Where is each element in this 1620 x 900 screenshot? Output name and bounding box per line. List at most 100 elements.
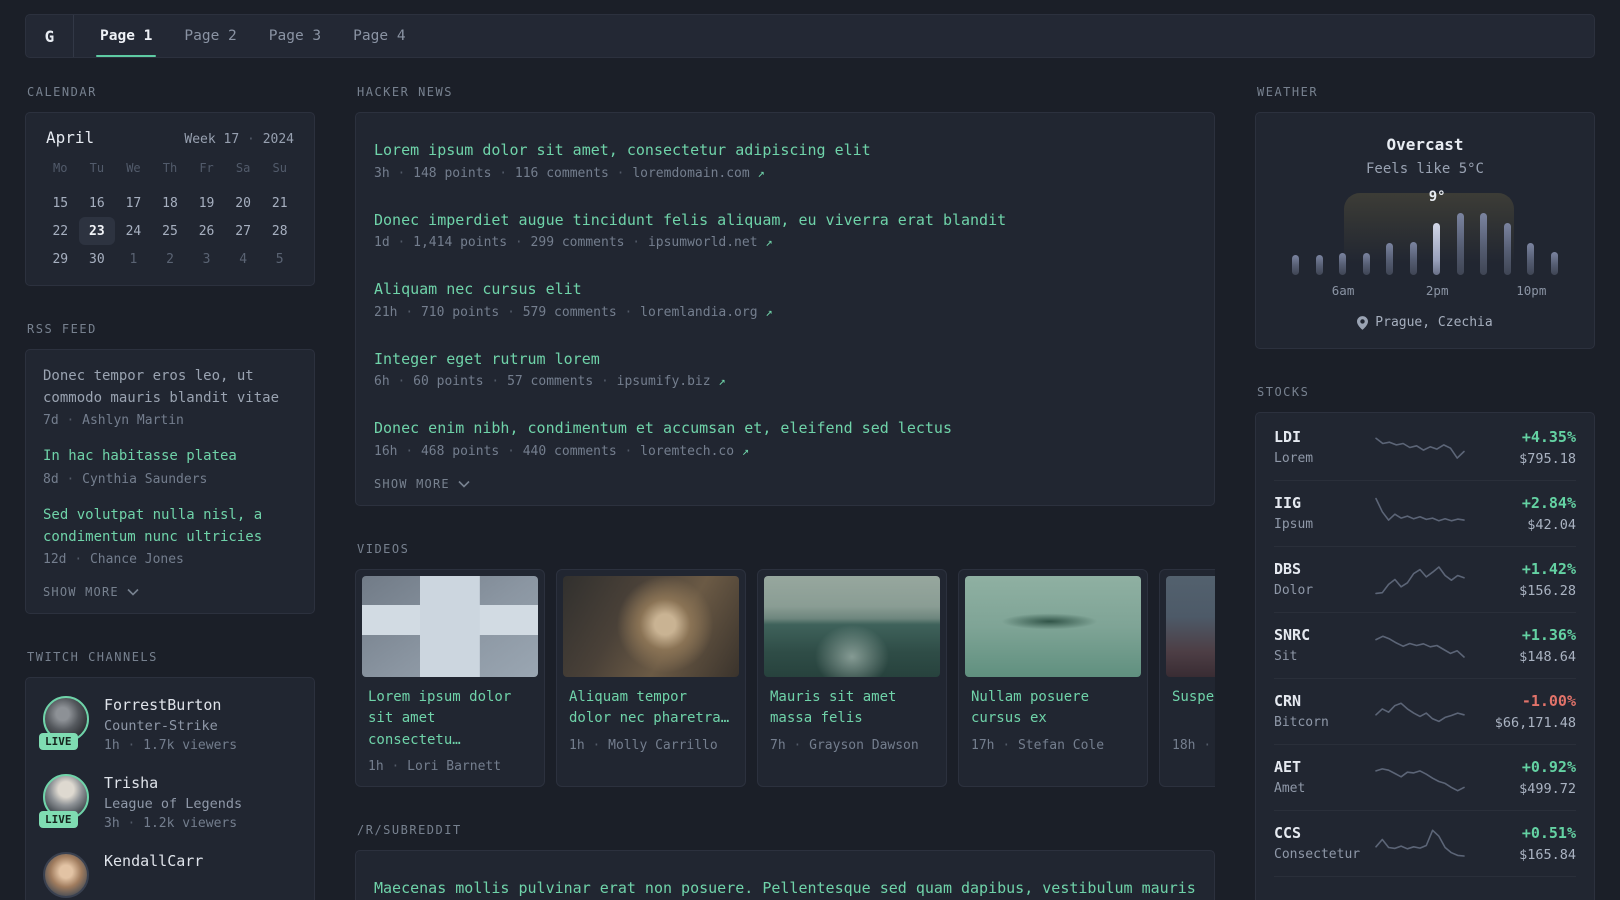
- separator-dot: ·: [793, 737, 802, 753]
- hacker-news-list: Lorem ipsum dolor sit amet, consectetur …: [374, 125, 1196, 473]
- tab-page-4[interactable]: Page 4: [349, 15, 409, 57]
- rss-item-title[interactable]: In hac habitasse platea: [43, 446, 297, 468]
- calendar-weekday: Th: [162, 161, 178, 175]
- hacker-news-item-title[interactable]: Donec enim nibh, condimentum et accumsan…: [374, 417, 1196, 440]
- calendar-day-grid: 15 16 17 18 19 20 21 22 23 24 25 26 27 28 29 30 1 2 3 4 5: [42, 189, 298, 273]
- weather-bar-slot: [1315, 211, 1323, 275]
- stock-name: Consectetur: [1274, 847, 1361, 862]
- twitch-channel-name[interactable]: KendallCarr: [104, 852, 203, 870]
- separator-dot: ·: [499, 165, 508, 181]
- separator-dot: ·: [127, 816, 136, 832]
- video-card[interactable]: Aliquam tempor dolor nec pharetra… 1h · M…: [556, 568, 746, 787]
- calendar-week-year: Week 17 · 2024: [184, 132, 294, 147]
- tab-page-3[interactable]: Page 3: [265, 15, 325, 57]
- video-card[interactable]: Lorem ipsum dolor sit amet consectetu… 1h…: [355, 568, 545, 787]
- calendar-card: April Week 17 · 2024 Mo Tu We Th Fr Sa Su 15 16…: [25, 112, 315, 286]
- stock-row-ldi[interactable]: LDI Lorem +4.35% $795.18: [1274, 415, 1576, 480]
- stock-row-aet[interactable]: AET Amet +0.92% $499.72: [1274, 744, 1576, 810]
- calendar-day: 3: [202, 251, 211, 267]
- hacker-news-show-more-button[interactable]: SHOW MORE: [374, 477, 470, 491]
- video-meta: 18h · Tara: [1172, 737, 1212, 753]
- weather-bar: [1550, 252, 1558, 275]
- stock-sparkline: [1375, 437, 1465, 459]
- subreddit-widget: /R/SUBREDDIT Maecenas mollis pulvinar er…: [355, 823, 1215, 900]
- rss-card: Donec tempor eros leo, ut commodo mauris…: [25, 349, 315, 615]
- separator-dot: ·: [127, 738, 136, 754]
- stock-sparkline: [1374, 889, 1466, 900]
- twitch-avatar-wrap: LIVE: [39, 774, 89, 829]
- twitch-channel-row[interactable]: LIVE ForrestBurton Counter-Strike 1h · 1.7k…: [39, 696, 297, 754]
- video-title[interactable]: Suspendisse diam: [1172, 687, 1215, 731]
- hacker-news-item-title[interactable]: Integer eget rutrum lorem: [374, 348, 1196, 371]
- external-link-icon: ↗: [757, 165, 765, 180]
- twitch-channel-name[interactable]: ForrestBurton: [104, 696, 237, 714]
- stock-row-dbs[interactable]: DBS Dolor +1.42% $156.28: [1274, 546, 1576, 612]
- video-card[interactable]: Mauris sit amet massa felis 7h · Grayson …: [757, 568, 947, 787]
- hacker-news-item-title[interactable]: Lorem ipsum dolor sit amet, consectetur …: [374, 139, 1196, 162]
- calendar-day: 5: [275, 251, 284, 267]
- stock-values: -1.00% $66,171.48: [1466, 692, 1576, 731]
- rss-item-meta: 12d · Chance Jones: [43, 552, 184, 568]
- twitch-channel-row[interactable]: KendallCarr: [43, 852, 297, 899]
- weather-bar: [1386, 243, 1394, 275]
- weather-bar-slot: 10pm: [1516, 211, 1546, 298]
- stock-change: +1.36%: [1521, 625, 1576, 644]
- separator-dot: ·: [1203, 737, 1212, 753]
- calendar-day: 24: [125, 223, 142, 239]
- separator-dot: ·: [1002, 737, 1011, 753]
- rss-show-more-button[interactable]: SHOW MORE: [43, 585, 139, 599]
- rss-list: Donec tempor eros leo, ut commodo mauris…: [43, 366, 297, 567]
- calendar-day: 21: [271, 195, 288, 211]
- calendar-day: 1: [129, 251, 138, 267]
- videos-row: Lorem ipsum dolor sit amet consectetu… 1h…: [355, 568, 1215, 787]
- tab-page-2[interactable]: Page 2: [180, 15, 240, 57]
- calendar-weekday: Sa: [235, 161, 251, 175]
- stock-row-ahs[interactable]: AHS+0.46%: [1274, 876, 1576, 900]
- video-meta: 7h · Grayson Dawson: [770, 737, 919, 753]
- hacker-news-item-title[interactable]: Aliquam nec cursus elit: [374, 278, 1196, 301]
- separator-dot: ·: [247, 132, 255, 147]
- stock-name: Amet: [1274, 781, 1306, 796]
- stock-row-iig[interactable]: IIG Ipsum +2.84% $42.04: [1274, 480, 1576, 546]
- video-thumbnail-boat-wake-sea: [764, 575, 940, 677]
- video-meta: 1h · Molly Carrillo: [569, 737, 718, 753]
- calendar-week-label: Week 17: [184, 132, 240, 147]
- calendar-weekday-row: Mo Tu We Th Fr Sa Su: [42, 157, 298, 179]
- hacker-news-item-title[interactable]: Donec imperdiet augue tincidunt felis al…: [374, 209, 1196, 232]
- calendar-day: 4: [239, 251, 248, 267]
- hacker-news-item-meta: 1d · 1,414 points · 299 comments · ipsum…: [374, 235, 773, 250]
- twitch-channel-name[interactable]: Trisha: [104, 774, 242, 792]
- video-card[interactable]: Suspendisse diam 18h · Tara: [1159, 568, 1215, 787]
- location-pin-icon: [1357, 315, 1369, 330]
- separator-dot: ·: [624, 304, 633, 320]
- video-thumbnail-canoe-fishers: [965, 575, 1141, 677]
- hacker-news-item: Donec enim nibh, condimentum et accumsan…: [374, 403, 1196, 473]
- video-title[interactable]: Lorem ipsum dolor sit amet consectetu…: [368, 687, 532, 752]
- stock-row-snrc[interactable]: SNRC Sit +1.36% $148.64: [1274, 612, 1576, 678]
- weather-bar-slot: [1503, 211, 1511, 275]
- weather-bar-slot: 6am: [1332, 211, 1354, 298]
- video-title[interactable]: Mauris sit amet massa felis: [770, 687, 934, 731]
- subreddit-post-title[interactable]: Maecenas mollis pulvinar erat non posuer…: [374, 877, 1196, 900]
- rss-item-title[interactable]: Donec tempor eros leo, ut commodo mauris…: [43, 366, 297, 409]
- weather-bar-slot: [1362, 211, 1370, 275]
- stock-row-crn[interactable]: CRN Bitcorn -1.00% $66,171.48: [1274, 678, 1576, 744]
- live-badge: LIVE: [39, 733, 78, 751]
- twitch-avatar-wrap: LIVE: [39, 696, 89, 751]
- stock-row-ccs[interactable]: CCS Consectetur +0.51% $165.84: [1274, 810, 1576, 876]
- video-title[interactable]: Nullam posuere cursus ex: [971, 687, 1135, 731]
- calendar-year: 2024: [262, 132, 294, 147]
- page-tabs: Page 1 Page 2 Page 3 Page 4: [74, 15, 422, 57]
- rss-item-title[interactable]: Sed volutpat nulla nisl, a condimentum n…: [43, 505, 297, 548]
- calendar-day: 19: [198, 195, 215, 211]
- tab-page-1[interactable]: Page 1: [96, 15, 157, 57]
- rss-widget-title: RSS FEED: [27, 322, 97, 336]
- twitch-channel-row[interactable]: LIVE Trisha League of Legends 3h · 1.2k vie…: [39, 774, 297, 832]
- logo[interactable]: G: [26, 15, 74, 57]
- calendar-header: April Week 17 · 2024: [42, 128, 298, 147]
- video-title[interactable]: Aliquam tempor dolor nec pharetra…: [569, 687, 733, 731]
- rss-item: In hac habitasse platea 8d · Cynthia Saun…: [43, 446, 297, 487]
- hacker-news-item-meta: 21h · 710 points · 579 comments · loreml…: [374, 304, 773, 320]
- video-card[interactable]: Nullam posuere cursus ex 17h · Stefan Col…: [958, 568, 1148, 787]
- stock-values: +0.51% $165.84: [1466, 824, 1576, 863]
